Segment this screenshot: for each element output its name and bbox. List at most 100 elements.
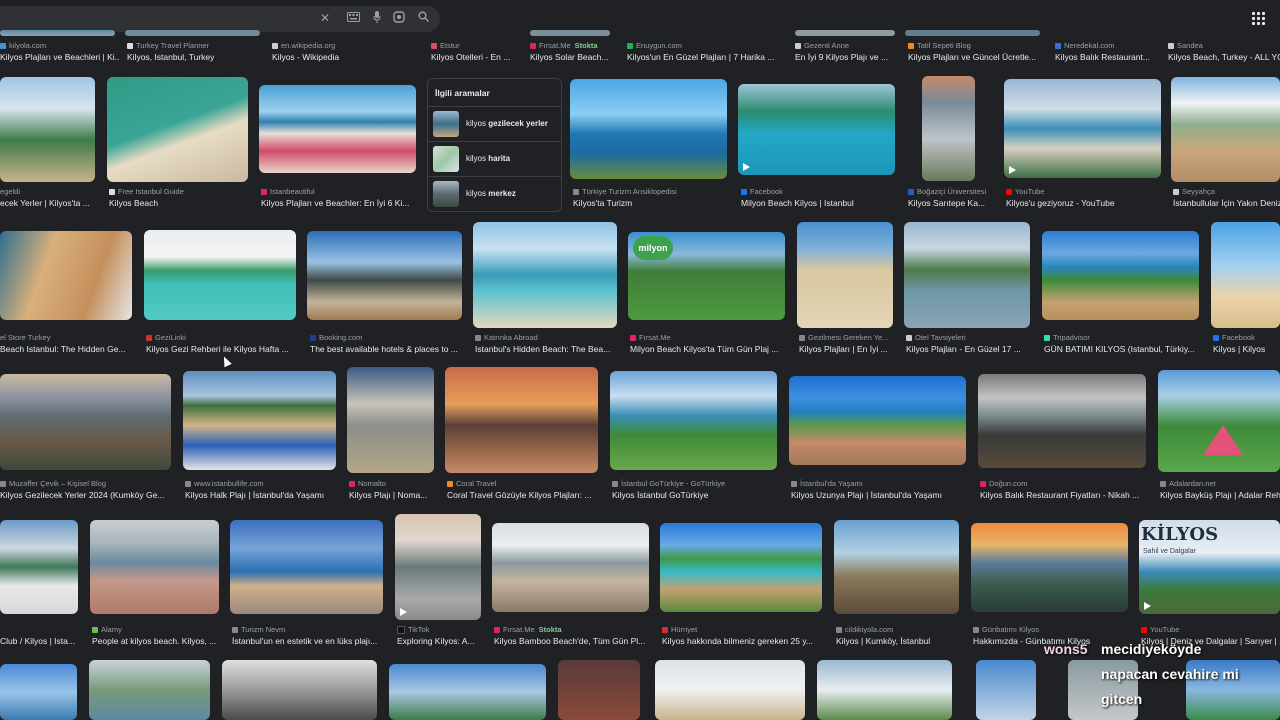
related-search-item[interactable]: kilyos gezilecek yerler — [428, 106, 561, 141]
image-caption[interactable]: Booking.com The best available hotels & … — [310, 332, 468, 362]
image-caption[interactable]: Free Istanbul Guide Kilyos Beach — [109, 186, 249, 216]
image-caption[interactable]: Neredekal.com Kilyos Balık Restaurant... — [1055, 40, 1160, 70]
mic-icon[interactable] — [370, 11, 384, 25]
image-caption[interactable]: Fırsat.Me Stokta Kilyos Bamboo Beach'de, … — [494, 624, 654, 654]
image-thumbnail[interactable] — [789, 376, 966, 465]
image-thumbnail[interactable] — [0, 30, 115, 36]
image-thumbnail[interactable] — [976, 660, 1036, 720]
image-caption[interactable]: Gezenti Anne En İyi 9 Kilyos Plajı ve ..… — [795, 40, 900, 70]
image-thumbnail[interactable] — [1171, 77, 1280, 182]
close-icon[interactable]: ✕ — [318, 11, 332, 25]
image-thumbnail[interactable] — [1042, 231, 1199, 320]
image-caption[interactable]: YouTube Kilyos'u geziyoruz - YouTube — [1006, 186, 1166, 216]
image-thumbnail[interactable] — [817, 660, 952, 720]
image-thumbnail[interactable] — [738, 84, 895, 175]
related-search-item[interactable]: kilyos harita — [428, 141, 561, 176]
image-caption[interactable]: Hürriyet Kilyos hakkında bilmeniz gereke… — [662, 624, 827, 654]
image-thumbnail[interactable] — [1004, 79, 1161, 178]
image-thumbnail[interactable] — [660, 523, 822, 612]
image-caption[interactable]: Doğun.com Kilyos Balık Restaurant Fiyatl… — [980, 478, 1150, 508]
image-caption[interactable]: el Store Turkey Beach Istanbul: The Hidd… — [0, 332, 135, 362]
image-thumbnail[interactable] — [0, 664, 77, 720]
keyboard-icon[interactable] — [346, 11, 360, 25]
favicon-icon — [799, 335, 805, 342]
image-caption[interactable]: kilyola.com Kilyos Plajları ve Beachleri… — [0, 40, 120, 70]
image-caption[interactable]: Muzaffer Çevik – Kişisel Blog Kilyos Gez… — [0, 478, 175, 508]
image-thumbnail[interactable] — [89, 660, 210, 720]
image-thumbnail[interactable] — [259, 85, 416, 173]
image-thumbnail[interactable] — [0, 231, 132, 320]
image-thumbnail[interactable] — [655, 660, 805, 720]
image-caption[interactable]: İstanbul GoTürkiye - GoTürkiye Kilyos İs… — [612, 478, 782, 508]
image-thumbnail[interactable] — [1158, 370, 1280, 472]
image-caption[interactable]: Türkiye Turizm Ansiklopedisi Kilyos'ta T… — [573, 186, 733, 216]
image-caption[interactable]: Seyyahça İstanbullular İçin Yakın Deniz.… — [1173, 186, 1280, 216]
image-caption[interactable]: en.wikipedia.org Kilyos - Wikipedia — [272, 40, 422, 70]
image-thumbnail[interactable] — [0, 77, 95, 182]
image-caption[interactable]: Facebook Milyon Beach Kilyos | Istanbul — [741, 186, 901, 216]
image-thumbnail[interactable] — [978, 374, 1146, 468]
image-thumbnail[interactable] — [922, 76, 975, 181]
image-thumbnail[interactable] — [492, 523, 649, 612]
image-caption[interactable]: Tripadvisor GÜN BATIMI KILYOS (Istanbul,… — [1044, 332, 1204, 362]
lens-icon[interactable] — [392, 11, 406, 25]
favicon-icon — [836, 627, 842, 634]
image-caption[interactable]: Alamy People at kilyos beach. Kilyos, ..… — [92, 624, 222, 654]
image-thumbnail[interactable] — [144, 230, 296, 320]
image-caption[interactable]: Katrınka Abroad Istanbul's Hidden Beach:… — [475, 332, 620, 362]
image-thumbnail[interactable] — [473, 222, 617, 328]
image-thumbnail[interactable] — [347, 367, 434, 473]
image-caption[interactable]: Otel Tavsiyeleri Kilyos Plajları - En Gü… — [906, 332, 1036, 362]
image-thumbnail[interactable] — [904, 222, 1030, 328]
apps-icon[interactable] — [1252, 12, 1266, 26]
image-caption[interactable]: www.istanbullife.com Kilyos Halk Plajı |… — [185, 478, 340, 508]
image-caption[interactable]: Etstur Kilyos Otelleri - En ... — [431, 40, 526, 70]
image-caption[interactable]: Istanbeautiful Kilyos Plajları ve Beachl… — [261, 186, 421, 216]
image-thumbnail[interactable] — [445, 367, 598, 473]
image-thumbnail[interactable] — [610, 371, 777, 470]
image-caption[interactable]: cildikiyola.com Kilyos | Kumköy, İstanbu… — [836, 624, 964, 654]
image-caption[interactable]: Facebook Kilyos | Kilyos — [1213, 332, 1280, 362]
image-thumbnail[interactable] — [834, 520, 959, 614]
image-caption[interactable]: Enuygun.com Kilyos'un En Güzel Plajları … — [627, 40, 787, 70]
image-thumbnail[interactable] — [107, 77, 248, 182]
search-input[interactable]: ✕ — [0, 6, 440, 32]
image-caption[interactable]: egeldi ecek Yerler | Kilyos'ta ... — [0, 186, 100, 216]
image-thumbnail[interactable] — [183, 371, 336, 470]
image-thumbnail[interactable] — [389, 664, 546, 720]
search-icon[interactable] — [416, 11, 430, 25]
related-search-item[interactable]: kilyos merkez — [428, 176, 561, 211]
image-caption[interactable]: Nomalto Kilyos Plajı | Noma... — [349, 478, 439, 508]
image-caption[interactable]: İstanbul'da Yaşamı Kilyos Uzunya Plajı |… — [791, 478, 971, 508]
image-thumbnail[interactable] — [558, 660, 640, 720]
image-caption[interactable]: Adalardan.net Kilyos Bayküş Plajı | Adal… — [1160, 478, 1280, 508]
image-thumbnail[interactable] — [125, 30, 260, 36]
image-thumbnail[interactable]: milyon — [628, 232, 785, 320]
image-thumbnail[interactable] — [0, 374, 171, 470]
image-thumbnail[interactable] — [570, 79, 727, 179]
image-caption[interactable]: TikTok Exploring Kilyos: A... — [397, 624, 485, 654]
image-caption[interactable]: Turizm Nevm İstanbul'un en estetik ve en… — [232, 624, 387, 654]
image-thumbnail[interactable] — [530, 30, 610, 36]
image-thumbnail[interactable] — [222, 660, 377, 720]
image-thumbnail[interactable] — [971, 523, 1128, 612]
image-caption[interactable]: Gezilmesi Gereken Ye... Kilyos Plajları … — [799, 332, 897, 362]
image-thumbnail[interactable] — [795, 30, 895, 36]
image-thumbnail[interactable] — [905, 30, 1040, 36]
image-caption[interactable]: Sandea Kilyos Beach, Turkey - ALL YO... — [1168, 40, 1280, 70]
image-thumbnail[interactable] — [307, 231, 462, 320]
image-thumbnail[interactable] — [1211, 222, 1280, 328]
image-thumbnail[interactable] — [395, 514, 481, 620]
image-thumbnail[interactable] — [0, 520, 78, 614]
image-caption[interactable]: Tatil Sepeti Blog Kilyos Plajları ve Gün… — [908, 40, 1048, 70]
image-caption[interactable]: Coral Travel Coral Travel Gözüyle Kilyos… — [447, 478, 602, 508]
image-thumbnail[interactable] — [797, 222, 893, 328]
image-caption[interactable]: Fırsat.Me Stokta Kilyos Solar Beach... — [530, 40, 625, 70]
image-thumbnail[interactable] — [230, 520, 383, 614]
image-caption[interactable]: Fırsat.Me Milyon Beach Kilyos'ta Tüm Gün… — [630, 332, 790, 362]
image-caption[interactable]: Turkey Travel Planner Kilyos, Istanbul, … — [127, 40, 262, 70]
image-thumbnail[interactable]: KİLYOS Sahil ve Dalgalar — [1139, 520, 1280, 614]
image-caption[interactable]: Boğaziçi Üniversitesi Kilyos Sarıtepe Ka… — [908, 186, 1000, 216]
image-thumbnail[interactable] — [90, 520, 219, 614]
image-caption[interactable]: Club / Kilyos | Ista... — [0, 624, 80, 654]
